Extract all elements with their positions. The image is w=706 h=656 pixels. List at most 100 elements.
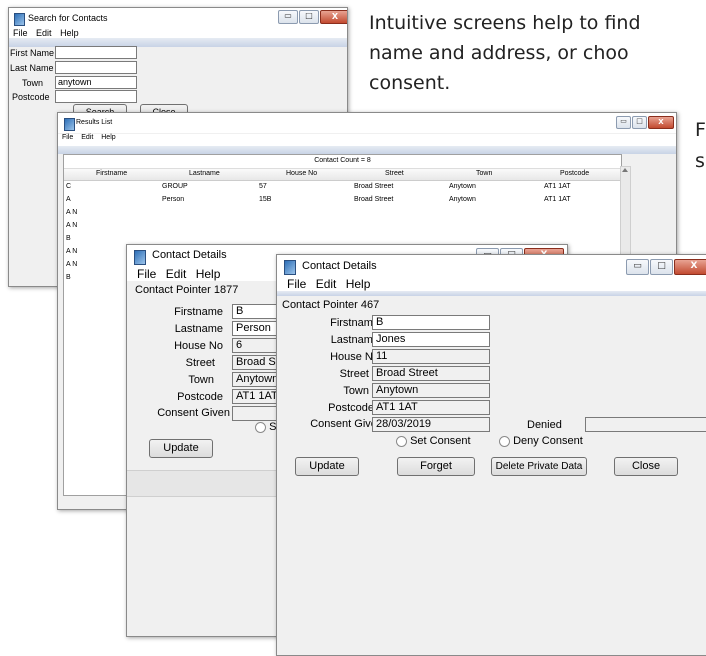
- details2-titlebar: Contact Details ▭ □ X: [277, 255, 706, 277]
- close-icon[interactable]: X: [674, 259, 706, 275]
- menu-edit[interactable]: Edit: [166, 267, 187, 281]
- col-street[interactable]: Street: [385, 170, 404, 177]
- cell: 57: [259, 183, 267, 190]
- set-consent-radio[interactable]: S: [255, 421, 276, 433]
- col-houseno[interactable]: House No: [286, 170, 317, 177]
- houseno-field[interactable]: 11: [372, 349, 490, 364]
- results-menubar: File Edit Help: [58, 134, 676, 146]
- denied-field[interactable]: [585, 417, 706, 432]
- update-button[interactable]: Update: [149, 439, 213, 458]
- col-town[interactable]: Town: [476, 170, 492, 177]
- menu-help[interactable]: Help: [101, 134, 115, 141]
- menu-edit[interactable]: Edit: [316, 277, 337, 291]
- postcode-field[interactable]: [55, 90, 137, 103]
- caption-line-1: Intuitive screens help to find: [369, 12, 641, 34]
- menu-separator: [58, 146, 676, 154]
- consent-given-label: Consent Given: [157, 407, 230, 419]
- last-name-field[interactable]: [55, 61, 137, 74]
- update-button[interactable]: Update: [295, 457, 359, 476]
- minimize-icon[interactable]: ▭: [616, 116, 631, 129]
- contact-pointer: Contact Pointer 467: [282, 299, 380, 311]
- maximize-glyph: □: [657, 261, 666, 271]
- details2-title: Contact Details: [302, 260, 377, 272]
- app-icon: [134, 250, 146, 265]
- menu-file[interactable]: File: [62, 134, 73, 141]
- forget-button[interactable]: Forget: [397, 457, 475, 476]
- table-header: Firstname Lastname House No Street Town …: [64, 168, 621, 181]
- postcode-field[interactable]: AT1 1AT: [372, 400, 490, 415]
- search-window-title: Search for Contacts: [28, 13, 108, 23]
- town-field[interactable]: Anytown: [372, 383, 490, 398]
- lastname-field[interactable]: Jones: [372, 332, 490, 347]
- table-row[interactable]: C GROUP 57 Broad Street Anytown AT1 1AT: [64, 183, 621, 193]
- cell: Broad Street: [354, 183, 394, 190]
- cell: A N: [66, 248, 78, 255]
- maximize-glyph: □: [305, 11, 313, 20]
- app-icon: [64, 118, 75, 131]
- town-label: Town: [22, 78, 44, 88]
- menu-file[interactable]: File: [137, 267, 156, 281]
- details1-title: Contact Details: [152, 249, 227, 261]
- menu-edit[interactable]: Edit: [81, 134, 93, 141]
- lastname-label: Lastname: [174, 323, 223, 335]
- menu-edit[interactable]: Edit: [36, 28, 52, 38]
- col-postcode[interactable]: Postcode: [560, 170, 589, 177]
- contact-count: Contact Count = 8: [314, 157, 371, 164]
- firstname-label: Firstname: [174, 306, 223, 318]
- maximize-icon[interactable]: □: [632, 116, 647, 129]
- maximize-icon[interactable]: □: [299, 10, 319, 24]
- table-row[interactable]: A N: [64, 209, 621, 219]
- minimize-glyph: ▭: [633, 261, 642, 271]
- close-glyph: X: [658, 118, 664, 126]
- details2-menubar: File Edit Help: [277, 277, 706, 291]
- app-icon: [14, 13, 25, 26]
- cell: GROUP: [162, 183, 188, 190]
- cell: B: [66, 274, 71, 281]
- maximize-glyph: □: [636, 117, 643, 125]
- caption-line-3: consent.: [369, 72, 451, 94]
- menu-file[interactable]: File: [287, 277, 306, 291]
- houseno-label: House No: [174, 340, 223, 352]
- street-field[interactable]: Broad Street: [372, 366, 490, 381]
- delete-private-data-button[interactable]: Delete Private Data: [491, 457, 587, 476]
- first-name-field[interactable]: [55, 46, 137, 59]
- radio-circle-icon: [396, 435, 407, 447]
- results-window-title: Results List: [76, 119, 113, 126]
- cell: AT1 1AT: [544, 196, 571, 203]
- close-icon[interactable]: X: [648, 116, 674, 129]
- set-consent-radio[interactable]: Set Consent: [396, 435, 471, 447]
- scroll-up-arrow-icon[interactable]: [622, 168, 628, 172]
- cell: B: [66, 235, 71, 242]
- street-label: Street: [185, 357, 215, 369]
- menu-help[interactable]: Help: [60, 28, 79, 38]
- app-icon: [284, 260, 296, 275]
- minimize-icon[interactable]: ▭: [626, 259, 649, 275]
- first-name-label: First Name: [10, 48, 55, 58]
- minimize-glyph: ▭: [620, 117, 627, 125]
- menu-file[interactable]: File: [13, 28, 28, 38]
- cell: A N: [66, 209, 78, 216]
- close-button[interactable]: Close: [614, 457, 678, 476]
- cell: Anytown: [449, 196, 476, 203]
- col-lastname[interactable]: Lastname: [189, 170, 220, 177]
- table-row[interactable]: A N: [64, 222, 621, 232]
- cell: Person: [162, 196, 185, 203]
- radio-circle-icon: [255, 421, 266, 433]
- cell: C: [66, 183, 72, 190]
- deny-consent-radio[interactable]: Deny Consent: [499, 435, 583, 447]
- close-icon[interactable]: X: [320, 10, 347, 24]
- postcode-label: Postcode: [177, 391, 223, 403]
- deny-consent-label: Deny Consent: [513, 435, 583, 447]
- town-label: Town: [343, 385, 369, 397]
- contact-pointer: Contact Pointer 1877: [135, 284, 239, 296]
- minimize-icon[interactable]: ▭: [278, 10, 298, 24]
- contact-details-window-2: Contact Details ▭ □ X File Edit Help Con…: [276, 254, 706, 656]
- menu-help[interactable]: Help: [346, 277, 371, 291]
- menu-help[interactable]: Help: [196, 267, 221, 281]
- col-firstname[interactable]: Firstname: [96, 170, 127, 177]
- maximize-icon[interactable]: □: [650, 259, 673, 275]
- table-row[interactable]: A Person 15B Broad Street Anytown AT1 1A…: [64, 196, 621, 206]
- consent-given-field[interactable]: 28/03/2019: [372, 417, 490, 432]
- town-field[interactable]: anytown: [55, 76, 137, 89]
- firstname-field[interactable]: B: [372, 315, 490, 330]
